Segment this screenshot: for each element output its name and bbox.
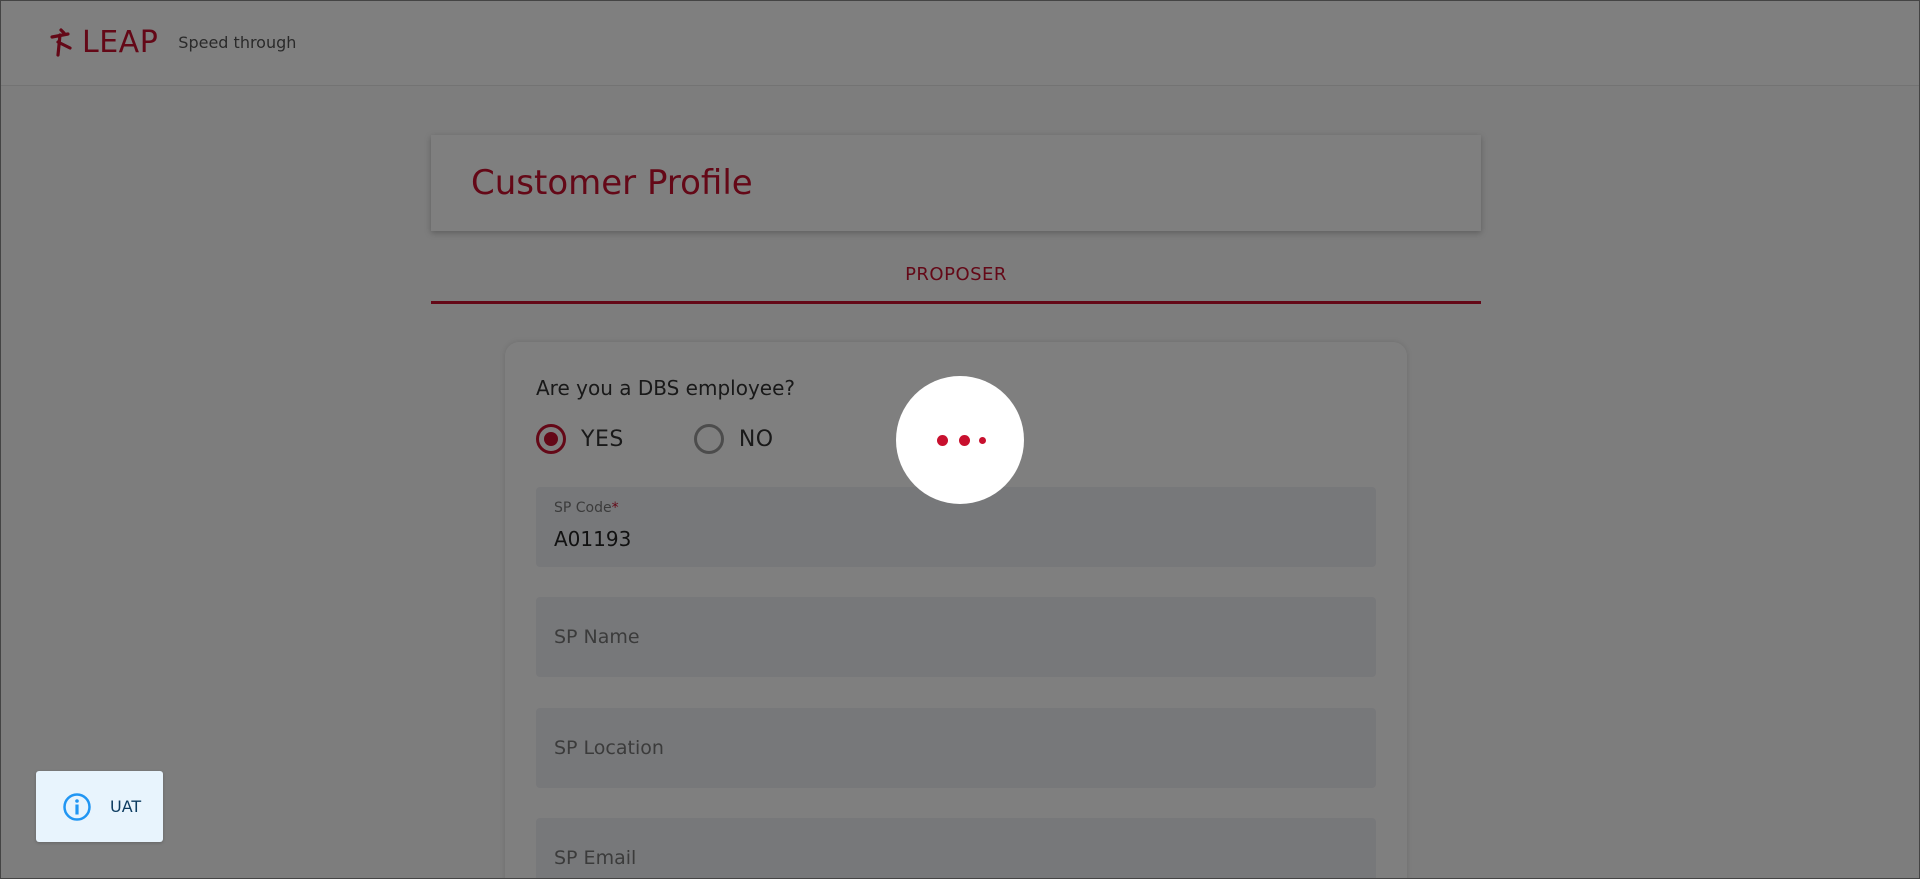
env-label: UAT [110,797,142,816]
env-badge: UAT [36,771,163,842]
loading-dot [937,435,948,446]
loading-dot [959,435,970,446]
info-icon [63,792,91,821]
loading-dots-icon [896,376,1024,504]
loading-dot [979,437,986,444]
